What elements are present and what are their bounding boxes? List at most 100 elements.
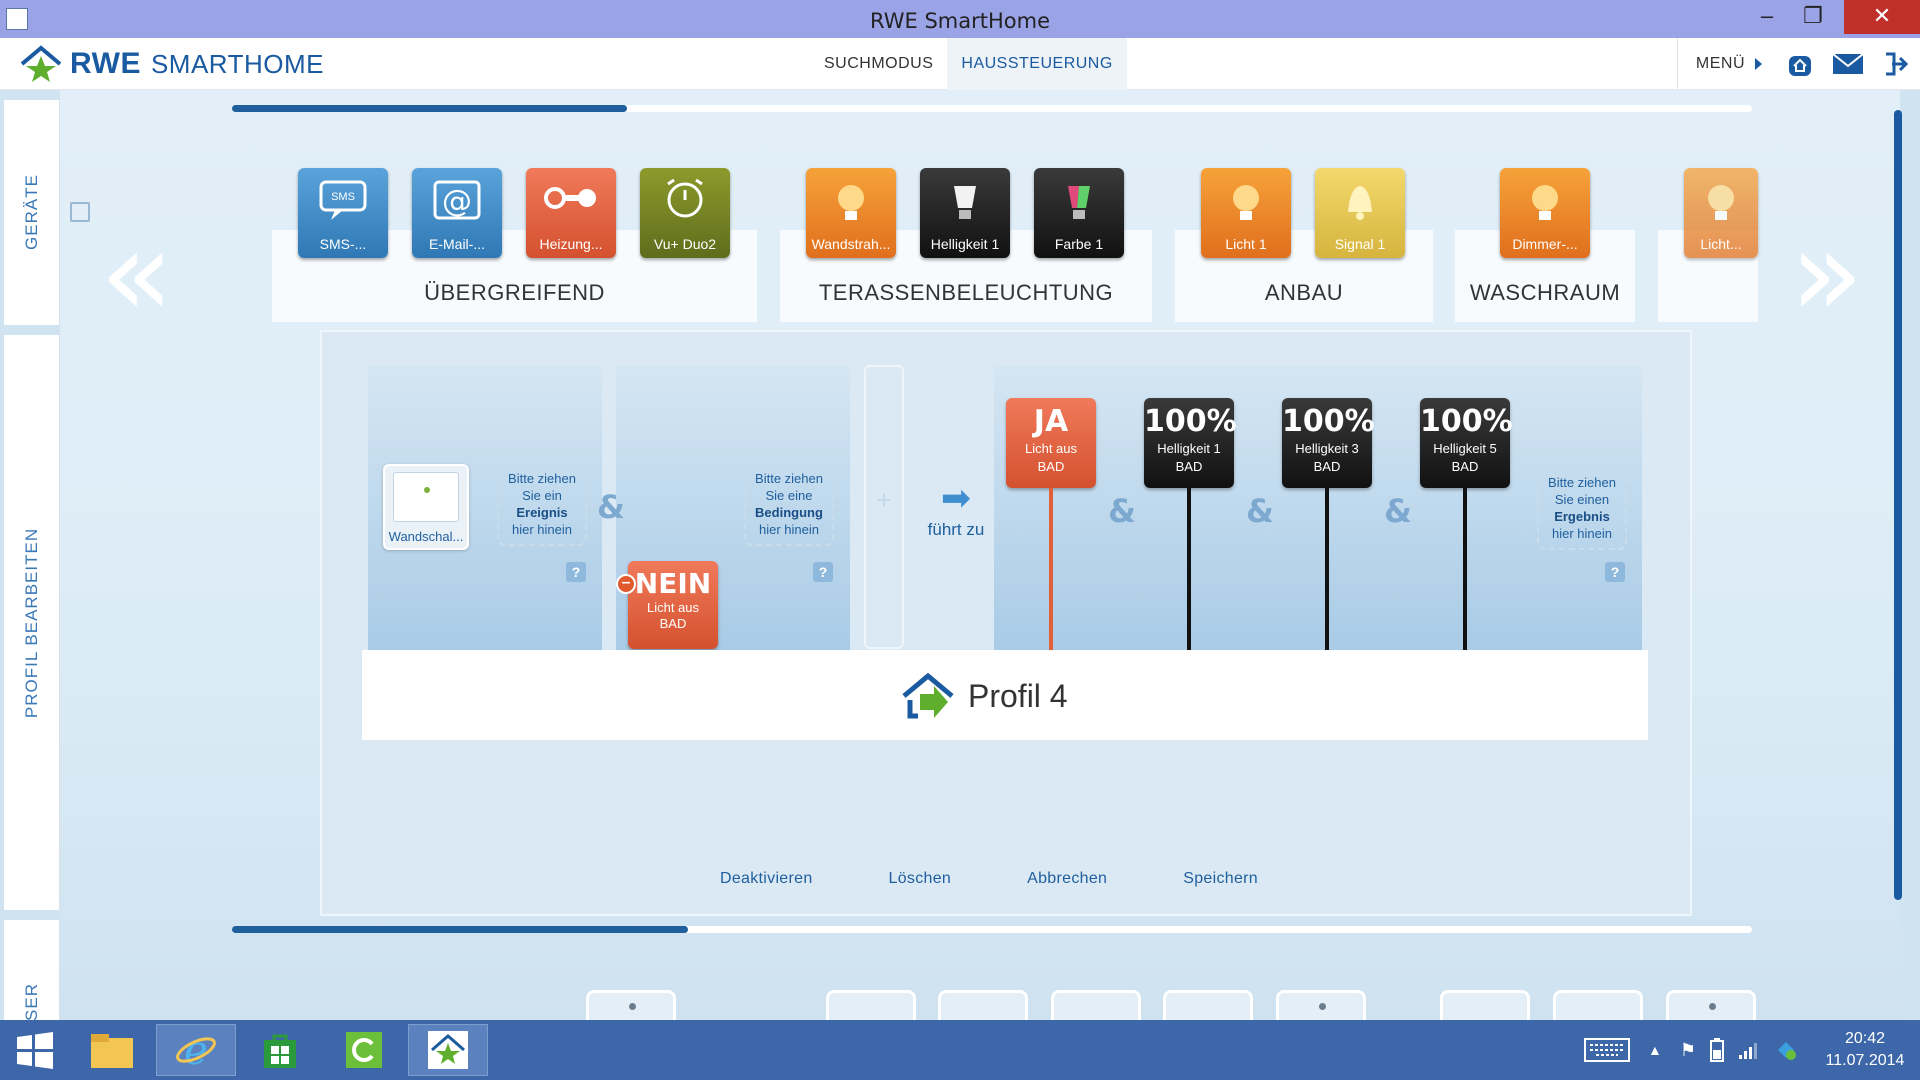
messages-button[interactable]: [1824, 38, 1872, 90]
device-thumbnail[interactable]: [938, 990, 1028, 1020]
taskbar-store[interactable]: [240, 1024, 320, 1076]
drop-zone-condition[interactable]: Bitte ziehen Sie eine Bedingung hier hin…: [744, 462, 834, 546]
help-icon[interactable]: ?: [813, 562, 833, 582]
deactivate-button[interactable]: Deaktivieren: [720, 870, 813, 888]
delete-button[interactable]: Löschen: [889, 870, 952, 888]
leads-to-label: führt zu: [927, 520, 985, 539]
result-tile[interactable]: 100% Helligkeit 1 BAD: [1144, 398, 1237, 488]
result-line1: Licht aus: [1024, 441, 1078, 456]
menu-button[interactable]: MENÜ: [1678, 55, 1755, 73]
bulb-icon: [1233, 185, 1259, 220]
result-value: 100%: [1282, 404, 1375, 439]
group-label: ANBAU: [1264, 280, 1344, 305]
device-thumbnail[interactable]: [1163, 990, 1253, 1020]
condition-tile[interactable]: NEIN Licht aus BAD: [628, 561, 718, 649]
sidebar-tab-geraete[interactable]: GERÄTE: [4, 100, 60, 325]
devices-scroll-track[interactable]: [232, 105, 1752, 112]
device-tile-farbe-1[interactable]: Farbe 1: [1034, 168, 1124, 258]
device-tile-helligkeit-1[interactable]: Helligkeit 1: [920, 168, 1010, 258]
device-thumbnail[interactable]: [1276, 990, 1366, 1020]
app-header: RWE SMARTHOME SUCHMODUS HAUSSTEUERUNG ME…: [0, 38, 1920, 90]
taskbar-clock[interactable]: 20:42 11.07.2014: [1810, 1028, 1920, 1072]
result-line1: Helligkeit 1: [1157, 441, 1221, 456]
start-button[interactable]: [0, 1024, 70, 1076]
device-tile-licht-partial[interactable]: Licht...: [1684, 168, 1758, 258]
tab-haussteuerung[interactable]: HAUSSTEUERUNG: [947, 38, 1127, 90]
device-tile-signal-1[interactable]: Signal 1: [1315, 168, 1405, 258]
scroll-left-chevron-icon[interactable]: «: [100, 215, 173, 335]
profile-house-arrow-icon: [902, 672, 954, 719]
device-tile-vu-duo2[interactable]: Vu+ Duo2: [640, 168, 730, 258]
clock-date: 11.07.2014: [1825, 1052, 1905, 1069]
tile-label: Farbe 1: [1054, 236, 1104, 252]
sidebar-tab-ser[interactable]: SER: [4, 920, 60, 1021]
device-tile-sms[interactable]: SMS SMS-...: [298, 168, 388, 258]
help-icon[interactable]: ?: [1605, 562, 1625, 582]
device-tile-dimmer[interactable]: Dimmer-...: [1500, 168, 1590, 258]
copy-icon[interactable]: [70, 202, 90, 222]
logout-button[interactable]: [1872, 38, 1920, 90]
taskbar-explorer[interactable]: [72, 1024, 152, 1076]
result-tile[interactable]: JA Licht aus BAD: [1006, 398, 1096, 488]
device-tile-email[interactable]: @ E-Mail-...: [412, 168, 502, 258]
vertical-scrollbar[interactable]: [1894, 110, 1902, 900]
refresh-app-icon: [346, 1032, 382, 1068]
thermostat-icon: [544, 187, 596, 209]
result-tile[interactable]: 100% Helligkeit 5 BAD: [1420, 398, 1513, 488]
close-button[interactable]: ✕: [1844, 0, 1920, 34]
rwe-logo[interactable]: RWE SMARTHOME: [18, 44, 324, 84]
result-line2: BAD: [1037, 459, 1065, 474]
device-thumbnail[interactable]: [1051, 990, 1141, 1020]
help-icon[interactable]: ?: [566, 562, 586, 582]
devices-scroll-thumb[interactable]: [232, 105, 628, 112]
editor-scroll-track[interactable]: [232, 926, 1752, 933]
device-thumbnail[interactable]: [826, 990, 916, 1020]
drop-zone-result[interactable]: Bitte ziehen Sie einen Ergebnis hier hin…: [1537, 466, 1627, 550]
cancel-button[interactable]: Abbrechen: [1027, 870, 1107, 888]
result-value: 100%: [1144, 404, 1237, 439]
group-label: TERASSENBELEUCHTUNG: [818, 280, 1114, 305]
home-button[interactable]: [1776, 38, 1824, 90]
save-button[interactable]: Speichern: [1183, 870, 1258, 888]
condition-line2: BAD: [659, 616, 687, 631]
device-thumbnail[interactable]: [1440, 990, 1530, 1020]
device-thumbnail[interactable]: [586, 990, 676, 1020]
window-titlebar: RWE SmartHome – ❐ ✕: [0, 0, 1920, 38]
remove-condition-button[interactable]: –: [616, 574, 636, 594]
scroll-right-chevron-icon[interactable]: »: [1790, 215, 1863, 335]
device-tile-wandstrahler[interactable]: Wandstrah...: [806, 168, 896, 258]
drop-text: Bitte ziehen: [755, 471, 823, 486]
keyboard-icon[interactable]: [1584, 1036, 1630, 1064]
editor-scroll-thumb[interactable]: [232, 926, 688, 933]
drop-text: hier hinein: [759, 522, 819, 537]
taskbar-rwe-smarthome[interactable]: [408, 1024, 488, 1076]
internet-explorer-icon: e: [176, 1028, 216, 1072]
flag-icon[interactable]: ⚑: [1680, 1040, 1696, 1061]
leads-to: ➡ führt zu: [916, 480, 996, 540]
tab-suchmodus[interactable]: SUCHMODUS: [810, 38, 947, 90]
result-tile[interactable]: 100% Helligkeit 3 BAD: [1282, 398, 1375, 488]
condition-value: NEIN: [634, 567, 712, 600]
device-tile-licht-1[interactable]: Licht 1: [1201, 168, 1291, 258]
drop-zone-event[interactable]: Bitte ziehen Sie ein Ereignis hier hinei…: [497, 462, 587, 546]
sidebar-tab-profil[interactable]: PROFIL BEARBEITEN: [4, 335, 60, 910]
restore-button[interactable]: ❐: [1790, 0, 1836, 34]
profile-name[interactable]: Profil 4: [968, 678, 1068, 715]
minimize-button[interactable]: –: [1744, 0, 1790, 34]
show-hidden-icons-chevron-icon[interactable]: ▲: [1648, 1042, 1662, 1058]
device-thumbnail[interactable]: [1553, 990, 1643, 1020]
windows-icon: [17, 1032, 53, 1069]
add-column-button[interactable]: +: [864, 365, 904, 649]
device-tile-heizung[interactable]: Heizung...: [526, 168, 616, 258]
mail-icon: [1832, 53, 1864, 74]
trigger-device-wandschalter[interactable]: Wandschal...: [383, 464, 469, 550]
device-thumbnail[interactable]: [1666, 990, 1756, 1020]
battery-icon[interactable]: [1710, 1038, 1724, 1062]
signal-strength-icon[interactable]: [1738, 1040, 1760, 1060]
taskbar-green-app[interactable]: [324, 1024, 404, 1076]
sync-tray-icon[interactable]: [1774, 1038, 1798, 1062]
taskbar-ie[interactable]: e: [156, 1024, 236, 1076]
sms-icon: SMS: [319, 180, 367, 220]
tile-label: Wandstrah...: [811, 236, 891, 252]
bulb-icon: [1532, 185, 1558, 220]
